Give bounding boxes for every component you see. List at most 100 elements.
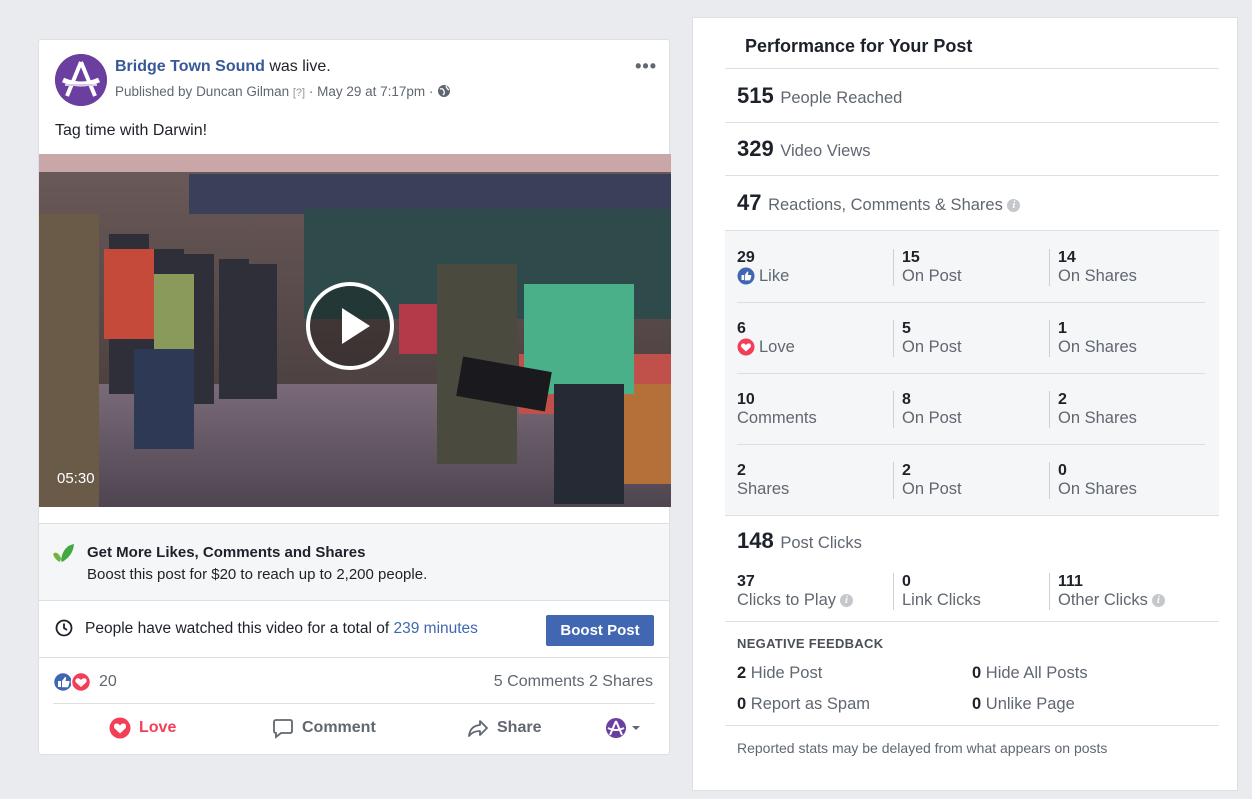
- post-as-selector[interactable]: [605, 717, 643, 739]
- other-clicks-cell: 111 Other Clicks i: [1049, 573, 1165, 610]
- on-post-label: On Post: [902, 338, 962, 356]
- loves-on-post-value: 5: [902, 320, 911, 337]
- divider: [725, 68, 1219, 69]
- promo-subtitle: Boost this post for $20 to reach up to 2…: [87, 566, 428, 583]
- video-views-stat: 329 Video Views: [737, 136, 871, 162]
- divider: [725, 621, 1219, 622]
- report-spam-label: Report as Spam: [746, 695, 870, 713]
- clicks-to-play-label-wrap: Clicks to Play i: [737, 590, 854, 610]
- unlike-page-label: Unlike Page: [981, 695, 1075, 713]
- comments-row: 10 Comments 8 On Post 2 On Shares: [725, 373, 1219, 445]
- comments-on-post-cell: 8 On Post: [893, 391, 962, 428]
- other-clicks-label-wrap: Other Clicks i: [1058, 590, 1165, 610]
- report-spam-value: 0: [737, 695, 747, 713]
- likes-on-shares-cell: 14 On Shares: [1049, 249, 1137, 286]
- engagement-label: Reactions, Comments & Shares: [768, 196, 1003, 214]
- clicks-to-play-cell: 37 Clicks to Play i: [737, 573, 854, 610]
- page-name-link[interactable]: Bridge Town Sound: [115, 58, 265, 75]
- loves-on-post-cell: 5 On Post: [893, 320, 962, 357]
- comments-on-post-value: 8: [902, 391, 911, 408]
- video-views-value: 329: [737, 136, 774, 161]
- globe-icon: [437, 84, 451, 101]
- more-options-icon[interactable]: •••: [635, 56, 657, 77]
- other-clicks-value: 111: [1058, 573, 1083, 590]
- shares-cell: 2 Shares: [737, 462, 789, 499]
- comments-on-shares-cell: 2 On Shares: [1049, 391, 1137, 428]
- on-shares-label: On Shares: [1058, 338, 1137, 356]
- shares-on-shares-cell: 0 On Shares: [1049, 462, 1137, 499]
- shares-on-post-cell: 2 On Post: [893, 462, 962, 499]
- reaction-icons[interactable]: [52, 671, 93, 693]
- hide-post-stat: 2 Hide Post: [737, 664, 822, 683]
- love-action-button[interactable]: Love: [109, 717, 176, 739]
- likes-label: Like: [759, 267, 790, 285]
- play-button[interactable]: [306, 282, 394, 370]
- comment-icon: [273, 719, 293, 739]
- watch-time-text: People have watched this video for a tot…: [85, 620, 478, 638]
- reactions-summary: 20 5 Comments 2 Shares: [52, 660, 655, 704]
- loves-label: Love: [759, 338, 795, 356]
- video-duration: 05:30: [57, 470, 95, 487]
- info-icon[interactable]: i: [1151, 593, 1165, 607]
- post-meta: Published by Duncan Gilman [?] · May 29 …: [115, 84, 451, 101]
- report-spam-stat: 0 Report as Spam: [737, 695, 870, 714]
- love-icon: [737, 338, 755, 356]
- clicks-breakdown: 37 Clicks to Play i 0 Link Clicks 111 Other…: [737, 573, 1217, 617]
- comment-action-button[interactable]: Comment: [272, 717, 376, 739]
- love-label: Love: [139, 719, 177, 736]
- clicks-to-play-value: 37: [737, 573, 755, 590]
- post-message: Tag time with Darwin!: [55, 122, 208, 139]
- loves-value: 6: [737, 320, 746, 337]
- engagement-value: 47: [737, 190, 762, 215]
- help-marker[interactable]: [?]: [293, 87, 305, 99]
- comments-cell: 10 Comments: [737, 391, 817, 428]
- love-icon: [109, 717, 131, 739]
- post-clicks-stat: 148 Post Clicks: [737, 528, 862, 554]
- video-views-label: Video Views: [780, 142, 871, 160]
- boost-promo[interactable]: Get More Likes, Comments and Shares Boos…: [39, 523, 669, 601]
- share-action-button[interactable]: Share: [467, 717, 541, 739]
- reaction-count[interactable]: 20: [99, 673, 117, 691]
- post-author-line: Bridge Town Sound was live.: [115, 58, 331, 76]
- post-timestamp[interactable]: May 29 at 7:17pm: [317, 84, 425, 99]
- boost-post-button[interactable]: Boost Post: [546, 615, 654, 646]
- clicks-to-play-label: Clicks to Play: [737, 591, 837, 609]
- likes-cell: 29 Like: [737, 249, 789, 286]
- divider: [725, 725, 1219, 726]
- comments-count-link[interactable]: 5 Comments: [494, 673, 585, 690]
- loves-row: 6 Love 5 On Post 1 On Shares: [725, 302, 1219, 374]
- watch-time-label: People have watched this video for a tot…: [85, 620, 394, 637]
- promo-title: Get More Likes, Comments and Shares: [87, 544, 366, 561]
- loves-label-wrap: Love: [737, 337, 795, 357]
- hide-post-label: Hide Post: [746, 664, 823, 682]
- shares-on-post-value: 2: [902, 462, 911, 479]
- live-status: was live.: [264, 58, 331, 75]
- watch-minutes-link[interactable]: 239 minutes: [393, 620, 477, 637]
- post-clicks-value: 148: [737, 528, 774, 553]
- on-post-label: On Post: [902, 480, 962, 498]
- hide-all-posts-label: Hide All Posts: [981, 664, 1088, 682]
- loves-cell: 6 Love: [737, 320, 795, 357]
- watch-time-row: People have watched this video for a tot…: [39, 602, 669, 658]
- publisher-name[interactable]: Duncan Gilman: [196, 84, 289, 99]
- link-clicks-cell: 0 Link Clicks: [893, 573, 981, 610]
- info-icon[interactable]: i: [1007, 199, 1021, 212]
- info-icon[interactable]: i: [840, 593, 854, 607]
- performance-panel: Performance for Your Post 515 People Rea…: [692, 17, 1238, 791]
- likes-on-post-cell: 15 On Post: [893, 249, 962, 286]
- engagement-stat: 47 Reactions, Comments & Shares i: [737, 190, 1021, 216]
- hide-post-value: 2: [737, 664, 747, 682]
- shares-label: Shares: [737, 480, 790, 498]
- likes-on-post-value: 15: [902, 249, 920, 266]
- on-post-label: On Post: [902, 267, 962, 285]
- video-player[interactable]: 05:30: [39, 154, 671, 507]
- likes-on-shares-value: 14: [1058, 249, 1076, 266]
- post-actions: Love Comment Share: [39, 706, 669, 754]
- shares-count-link[interactable]: 2 Shares: [589, 673, 653, 690]
- shares-on-shares-value: 0: [1058, 462, 1067, 479]
- people-reached-label: People Reached: [780, 89, 903, 107]
- page-avatar[interactable]: [55, 54, 107, 106]
- likes-value: 29: [737, 249, 755, 266]
- page-avatar-dropdown-icon: [606, 718, 640, 738]
- post-header: Bridge Town Sound was live. Published by…: [55, 54, 657, 110]
